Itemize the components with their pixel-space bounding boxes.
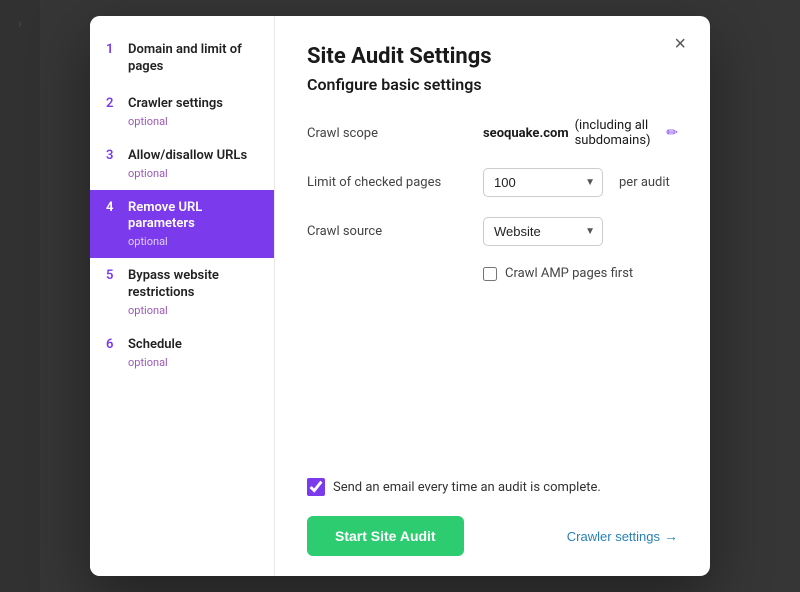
nav-item-3-sub: optional [106,167,258,180]
nav-item-2-sub: optional [106,115,258,128]
nav-item-6[interactable]: 6 Schedule optional [90,327,274,379]
edit-crawl-scope-icon[interactable]: ✏ [666,125,678,141]
modal-backdrop: 1 Domain and limit of pages 2 Crawler se… [0,0,800,592]
limit-label: Limit of checked pages [307,175,467,190]
footer-actions: Start Site Audit Crawler settings → [307,516,678,556]
crawl-amp-row: Crawl AMP pages first [483,266,678,281]
crawler-settings-button[interactable]: Crawler settings → [567,528,678,544]
per-audit-label: per audit [619,175,670,190]
email-notify-checkbox[interactable] [307,478,325,496]
nav-item-4[interactable]: 4 Remove URL parameters optional [90,190,274,259]
modal-title: Site Audit Settings [307,44,678,69]
crawl-scope-label: Crawl scope [307,126,467,141]
crawl-scope-row: Crawl scope seoquake.com (including all … [307,118,678,148]
start-audit-button[interactable]: Start Site Audit [307,516,464,556]
nav-item-6-title: Schedule [128,337,182,354]
nav-item-3[interactable]: 3 Allow/disallow URLs optional [90,138,274,190]
limit-select-wrapper: 10025050010005000 ▼ [483,168,603,197]
nav-item-1-number: 1 [106,42,120,57]
crawl-amp-label[interactable]: Crawl AMP pages first [505,266,633,281]
crawler-settings-label: Crawler settings [567,529,660,544]
nav-item-1-title: Domain and limit of pages [128,42,258,76]
nav-item-2-title: Crawler settings [128,96,223,113]
email-row: Send an email every time an audit is com… [307,478,678,496]
modal-dialog: 1 Domain and limit of pages 2 Crawler se… [90,16,710,576]
modal-content: × Site Audit Settings Configure basic se… [275,16,710,576]
nav-item-5-sub: optional [106,304,258,317]
nav-item-5-number: 5 [106,268,120,283]
crawl-source-label: Crawl source [307,224,467,239]
nav-item-4-title: Remove URL parameters [128,200,258,234]
crawl-amp-checkbox[interactable] [483,267,497,281]
crawl-source-row: Crawl source WebsiteSitemapBoth ▼ [307,217,678,246]
nav-item-6-number: 6 [106,337,120,352]
nav-item-6-sub: optional [106,356,258,369]
nav-item-5-title: Bypass website restrictions [128,268,258,302]
nav-item-5[interactable]: 5 Bypass website restrictions optional [90,258,274,327]
modal-nav: 1 Domain and limit of pages 2 Crawler se… [90,16,275,576]
nav-item-4-sub: optional [106,235,258,248]
crawl-source-select-wrapper: WebsiteSitemapBoth ▼ [483,217,603,246]
nav-item-2[interactable]: 2 Crawler settings optional [90,86,274,138]
crawler-settings-arrow: → [664,528,678,544]
limit-select[interactable]: 10025050010005000 [483,168,603,197]
modal-footer: Send an email every time an audit is com… [307,462,678,556]
nav-item-1[interactable]: 1 Domain and limit of pages [90,32,274,86]
crawl-scope-value: seoquake.com (including all subdomains) … [483,118,678,148]
email-notify-label[interactable]: Send an email every time an audit is com… [333,480,601,495]
crawl-scope-note: (including all subdomains) [575,118,661,148]
limit-row: Limit of checked pages 10025050010005000… [307,168,678,197]
modal-subtitle: Configure basic settings [307,75,678,94]
close-button[interactable]: × [666,30,694,58]
nav-item-3-number: 3 [106,148,120,163]
nav-item-3-title: Allow/disallow URLs [128,148,247,165]
nav-item-4-number: 4 [106,200,120,215]
nav-item-2-number: 2 [106,96,120,111]
crawl-scope-site: seoquake.com [483,126,569,141]
crawl-source-select[interactable]: WebsiteSitemapBoth [483,217,603,246]
